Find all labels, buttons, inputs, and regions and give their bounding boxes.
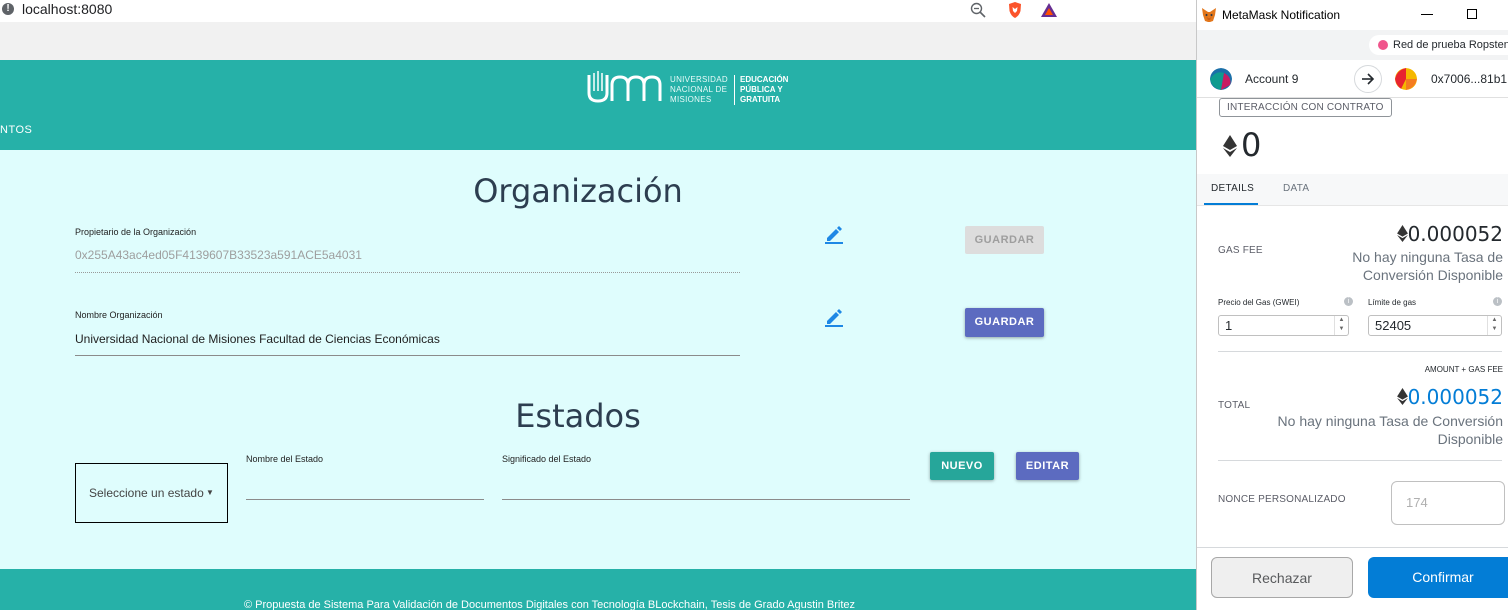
site-info-icon[interactable]: ! — [2, 3, 14, 15]
gas-price-info-icon[interactable]: i — [1344, 297, 1353, 306]
minimize-window-button[interactable] — [1421, 14, 1433, 15]
bat-rewards-icon[interactable] — [1040, 1, 1058, 19]
custom-nonce-input[interactable]: 174 — [1391, 481, 1505, 525]
amount-plus-gas-label: AMOUNT + GAS FEE — [1424, 365, 1503, 374]
owner-field-underline — [75, 272, 740, 273]
url-text[interactable]: localhost:8080 — [22, 1, 112, 17]
nav-item-partial[interactable]: NTOS — [0, 124, 32, 136]
gas-limit-stepper[interactable]: ▲ ▼ — [1487, 316, 1501, 335]
metamask-window-title: MetaMask Notification — [1222, 8, 1341, 22]
from-account-avatar — [1210, 68, 1232, 90]
active-tab-indicator — [1204, 203, 1258, 205]
total-value: 0.000052 — [1407, 385, 1503, 409]
confirm-button[interactable]: Confirmar — [1368, 557, 1508, 598]
app-header: UNIVERSIDAD NACIONAL DE MISIONES EDUCACI… — [0, 60, 1196, 150]
total-conversion-note: No hay ninguna Tasa de Conversión Dispon… — [1277, 413, 1503, 447]
gas-limit-info-icon[interactable]: i — [1493, 297, 1502, 306]
save-owner-button[interactable]: GUARDAR — [965, 226, 1044, 254]
edit-state-button[interactable]: EDITAR — [1016, 452, 1079, 480]
metamask-popup: MetaMask Notification Red de prueba Rops… — [1196, 0, 1508, 610]
metamask-actions: Rechazar Confirmar — [1197, 547, 1508, 610]
metamask-titlebar: MetaMask Notification — [1197, 0, 1508, 30]
organization-title: Organización — [473, 172, 683, 210]
gas-fee-value-row: 0.000052 — [1396, 222, 1503, 246]
states-title: Estados — [515, 397, 641, 435]
network-status-dot — [1378, 40, 1388, 50]
gas-price-stepper[interactable]: ▲ ▼ — [1334, 316, 1348, 335]
gas-price-label: Precio del Gas (GWEI) — [1218, 298, 1300, 307]
state-name-input[interactable] — [246, 499, 484, 500]
tx-summary: INTERACCIÓN CON CONTRATO 0 — [1197, 98, 1508, 174]
save-org-name-button[interactable]: GUARDAR — [965, 308, 1044, 337]
state-name-label: Nombre del Estado — [246, 454, 324, 464]
logo-slogan: EDUCACIÓN PÚBLICA Y GRATUITA — [740, 75, 789, 104]
logo-divider — [734, 75, 735, 105]
new-state-button[interactable]: NUEVO — [930, 452, 994, 480]
network-name: Red de prueba Ropsten — [1393, 39, 1508, 51]
metamask-fox-icon — [1202, 8, 1216, 22]
logo-university-name: UNIVERSIDAD NACIONAL DE MISIONES — [670, 75, 728, 104]
org-name-field-label: Nombre Organización — [75, 310, 163, 320]
chevron-down-icon: ▼ — [206, 488, 214, 497]
gas-limit-input-value: 52405 — [1375, 318, 1412, 333]
total-label: TOTAL — [1218, 400, 1251, 411]
brave-shield-icon[interactable] — [1006, 1, 1024, 19]
reject-button[interactable]: Rechazar — [1211, 557, 1353, 598]
state-select-placeholder: Seleccione un estado — [89, 486, 204, 500]
unam-logo: UNIVERSIDAD NACIONAL DE MISIONES EDUCACI… — [586, 67, 796, 107]
gas-limit-input[interactable]: 52405 ▲ ▼ — [1368, 315, 1502, 336]
to-account-avatar — [1395, 68, 1417, 90]
gas-fee-value: 0.000052 — [1407, 222, 1503, 246]
org-name-field-value[interactable]: Universidad Nacional de Misiones Faculta… — [75, 332, 440, 346]
browser-toolbar-strip — [0, 22, 1196, 60]
gas-price-input-value: 1 — [1225, 318, 1233, 333]
network-selector[interactable]: Red de prueba Ropsten — [1369, 35, 1508, 55]
state-meaning-label: Significado del Estado — [502, 454, 592, 464]
divider — [1218, 351, 1502, 352]
gas-limit-label: Límite de gas — [1368, 298, 1417, 307]
footer-credits: © Propuesta de Sistema Para Validación d… — [244, 599, 856, 610]
state-select[interactable]: Seleccione un estado ▼ — [75, 463, 228, 523]
account-transfer-row: Account 9 0x7006...81b1 — [1197, 60, 1508, 98]
main-content: Organización Propietario de la Organizac… — [0, 150, 1196, 569]
org-name-field-underline — [75, 355, 740, 356]
tx-tabs: DETAILS DATA — [1197, 174, 1508, 206]
eth-icon — [1396, 225, 1408, 242]
state-meaning-input[interactable] — [502, 499, 910, 500]
zoom-icon[interactable] — [970, 2, 986, 18]
nonce-label: NONCE PERSONALIZADO — [1218, 494, 1346, 505]
transfer-arrow — [1354, 65, 1382, 93]
eth-icon — [1223, 135, 1237, 157]
to-address: 0x7006...81b1 — [1431, 72, 1508, 86]
maximize-window-button[interactable] — [1467, 9, 1477, 19]
owner-field-value: 0x255A43ac4ed05F4139607B33523a591ACE5a40… — [75, 248, 362, 262]
browser-address-bar: ! localhost:8080 — [0, 0, 1068, 22]
owner-field-label: Propietario de la Organización — [75, 227, 197, 237]
edit-org-name-pencil-icon[interactable] — [824, 307, 844, 327]
gas-fee-conversion-note: No hay ninguna Tasa de Conversión Dispon… — [1352, 249, 1503, 283]
gas-fee-label: GAS FEE — [1218, 245, 1263, 256]
divider — [1218, 460, 1502, 461]
unam-logo-mark-icon — [587, 71, 662, 103]
tab-data[interactable]: DATA — [1283, 183, 1309, 194]
network-row: Red de prueba Ropsten — [1197, 30, 1508, 60]
from-account-name: Account 9 — [1245, 72, 1299, 86]
tx-amount: 0 — [1241, 126, 1262, 164]
total-value-row: 0.000052 — [1396, 385, 1503, 409]
tx-action-pill: INTERACCIÓN CON CONTRATO — [1219, 98, 1392, 117]
gas-price-input[interactable]: 1 ▲ ▼ — [1218, 315, 1349, 336]
tab-details[interactable]: DETAILS — [1211, 183, 1254, 194]
tx-details-panel: GAS FEE 0.000052 No hay ninguna Tasa de … — [1197, 206, 1508, 556]
arrow-right-icon — [1362, 73, 1375, 85]
edit-owner-pencil-icon[interactable] — [824, 224, 844, 244]
page-footer: © Propuesta de Sistema Para Validación d… — [0, 569, 1196, 610]
eth-icon — [1396, 388, 1408, 405]
